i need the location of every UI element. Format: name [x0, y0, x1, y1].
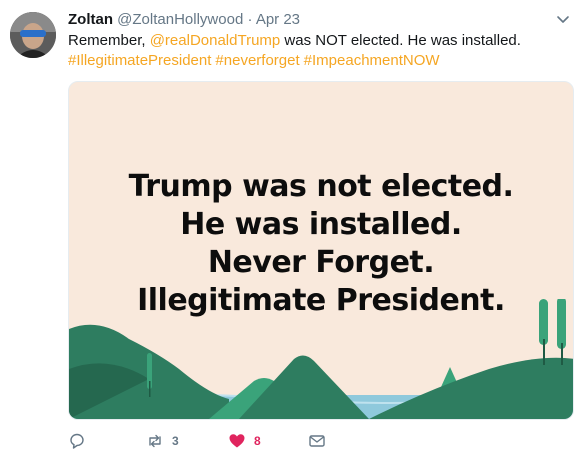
hashtag-link[interactable]: #ImpeachmentNOW: [304, 52, 440, 69]
hashtag-link[interactable]: #neverforget: [215, 52, 299, 69]
mention-link[interactable]: @realDonaldTrump: [150, 32, 281, 49]
retweet-button[interactable]: 3: [146, 428, 179, 454]
tweet-media-image[interactable]: Trump was not elected. He was installed.…: [68, 81, 574, 420]
like-button[interactable]: 8: [228, 428, 261, 454]
landscape-illustration: [69, 299, 573, 419]
tweet-text-before: Remember,: [68, 32, 150, 49]
tweet-text-after: was NOT elected. He was installed.: [280, 32, 521, 49]
author-name[interactable]: Zoltan: [68, 11, 113, 28]
media-line: He was installed.: [180, 207, 462, 242]
avatar[interactable]: [10, 12, 56, 58]
tweet-actions: 3 8: [68, 428, 573, 454]
author-handle[interactable]: @ZoltanHollywood: [117, 11, 243, 28]
chevron-down-icon[interactable]: [555, 12, 571, 28]
retweet-count: 3: [172, 434, 179, 448]
reply-icon: [70, 433, 84, 449]
separator: ·: [247, 11, 253, 28]
message-icon: [309, 435, 325, 447]
direct-message-button[interactable]: [308, 428, 326, 454]
tweet-text: Remember, @realDonaldTrump was NOT elect…: [68, 31, 573, 71]
heart-icon: [229, 434, 245, 448]
like-count: 8: [254, 434, 261, 448]
tweet-date[interactable]: Apr 23: [256, 11, 300, 28]
media-line: Trump was not elected.: [128, 169, 514, 204]
media-text: Trump was not elected. He was installed.…: [69, 168, 573, 320]
tweet-header: Zoltan @ZoltanHollywood · Apr 23: [68, 10, 300, 30]
media-line: Never Forget.: [207, 245, 435, 280]
hashtag-list: #IllegitimatePresident #neverforget #Impea…: [68, 51, 573, 71]
hashtag-link[interactable]: #IllegitimatePresident: [68, 52, 211, 69]
reply-button[interactable]: [68, 428, 94, 454]
retweet-icon: [149, 434, 161, 448]
